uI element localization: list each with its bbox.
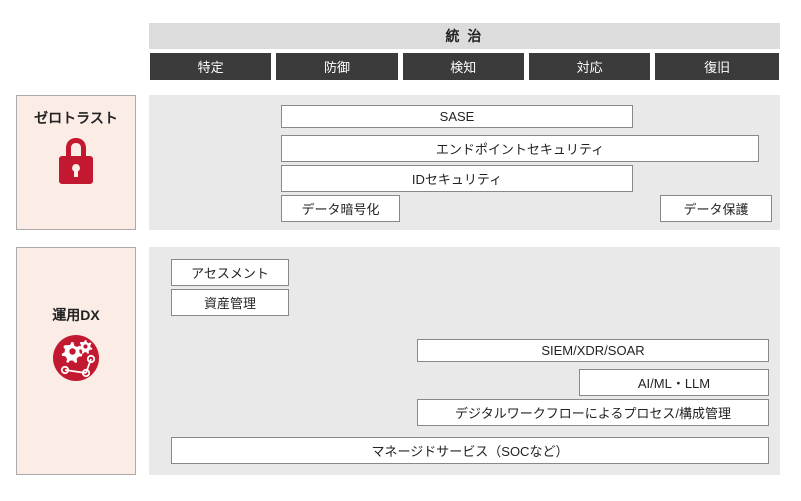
header-area: 統 治 特定 防御 検知 対応 復旧 xyxy=(149,23,780,81)
phase-row: 特定 防御 検知 対応 復旧 xyxy=(149,52,780,81)
panel-zero-trust: SASE エンドポイントセキュリティ IDセキュリティ データ暗号化 データ保護 xyxy=(149,95,780,230)
phase-respond: 対応 xyxy=(528,52,651,81)
cap-sase: SASE xyxy=(281,105,633,128)
phase-recover: 復旧 xyxy=(654,52,780,81)
chevron-tail xyxy=(752,23,780,49)
cap-id-security: IDセキュリティ xyxy=(281,165,633,192)
cap-asset-mgmt: 資産管理 xyxy=(171,289,289,316)
lock-icon xyxy=(17,136,135,202)
phase-identify: 特定 xyxy=(149,52,272,81)
panel-ops-dx: アセスメント 資産管理 SIEM/XDR/SOAR AI/ML・LLM デジタル… xyxy=(149,247,780,475)
diagram-root: 統 治 特定 防御 検知 対応 復旧 ゼロトラスト SASE エンドポイントセキ… xyxy=(0,0,801,501)
phase-detect: 検知 xyxy=(402,52,525,81)
gears-network-icon xyxy=(17,333,135,397)
phase-protect: 防御 xyxy=(275,52,398,81)
cap-data-protect: データ保護 xyxy=(660,195,772,222)
cap-ai-ml-llm: AI/ML・LLM xyxy=(579,369,769,396)
cap-managed-svc: マネージドサービス（SOCなど） xyxy=(171,437,769,464)
category-zero-trust: ゼロトラスト xyxy=(16,95,136,230)
governance-bar: 統 治 xyxy=(149,23,780,49)
cap-siem-xdr-soar: SIEM/XDR/SOAR xyxy=(417,339,769,362)
cap-data-encrypt: データ暗号化 xyxy=(281,195,400,222)
ops-dx-title: 運用DX xyxy=(17,305,135,325)
zero-trust-title: ゼロトラスト xyxy=(17,108,135,128)
governance-label: 統 治 xyxy=(446,26,484,46)
cap-workflow: デジタルワークフローによるプロセス/構成管理 xyxy=(417,399,769,426)
cap-assessment: アセスメント xyxy=(171,259,289,286)
category-ops-dx: 運用DX xyxy=(16,247,136,475)
cap-endpoint-sec: エンドポイントセキュリティ xyxy=(281,135,759,162)
